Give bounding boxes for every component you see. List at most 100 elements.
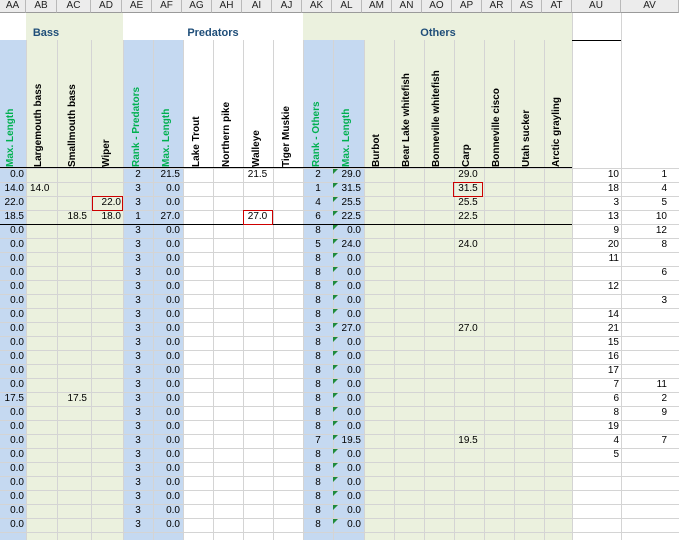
cell-largemouth[interactable] [30, 476, 60, 490]
column-header-aj[interactable]: AJ [272, 0, 302, 13]
cell-rank-others[interactable]: 8 [311, 504, 325, 518]
cell-carp[interactable] [454, 294, 482, 308]
cell-carp[interactable] [454, 252, 482, 266]
cell-wiper[interactable] [91, 364, 121, 378]
cell-walleye[interactable] [243, 406, 272, 420]
cell-largemouth[interactable] [30, 294, 60, 308]
cell-au[interactable] [572, 490, 619, 504]
cell-au[interactable]: 7 [572, 378, 619, 392]
cell-au[interactable]: 21 [572, 322, 619, 336]
cell-aa[interactable]: 0.0 [0, 350, 24, 364]
cell-carp[interactable] [454, 476, 482, 490]
cell-au[interactable]: 12 [572, 280, 619, 294]
cell-smallmouth[interactable] [57, 224, 87, 238]
cell-rank-predators[interactable]: 3 [131, 252, 145, 266]
cell-aa[interactable]: 0.0 [0, 322, 24, 336]
cell-wiper[interactable] [91, 518, 121, 532]
cell-walleye[interactable] [243, 336, 272, 350]
cell-aa[interactable]: 22.0 [0, 196, 24, 210]
cell-av[interactable] [621, 462, 667, 476]
cell-largemouth[interactable] [30, 434, 60, 448]
cell-largemouth[interactable] [30, 490, 60, 504]
cell-af-max-length[interactable]: 0.0 [150, 490, 180, 504]
cell-au[interactable]: 6 [572, 392, 619, 406]
cell-carp[interactable] [454, 392, 482, 406]
cell-af-max-length[interactable]: 0.0 [150, 392, 180, 406]
cell-carp[interactable]: 19.5 [454, 434, 482, 448]
cell-carp[interactable] [454, 336, 482, 350]
cell-walleye[interactable] [243, 490, 272, 504]
cell-rank-others[interactable]: 8 [311, 224, 325, 238]
cell-av[interactable] [621, 280, 667, 294]
cell-rank-others[interactable]: 8 [311, 378, 325, 392]
cell-largemouth[interactable] [30, 224, 60, 238]
cell-af-max-length[interactable]: 0.0 [150, 308, 180, 322]
cell-rank-others[interactable]: 8 [311, 392, 325, 406]
cell-wiper[interactable] [91, 350, 121, 364]
cell-smallmouth[interactable]: 18.5 [57, 210, 87, 224]
cell-carp[interactable] [454, 504, 482, 518]
column-header-an[interactable]: AN [392, 0, 422, 13]
cell-walleye[interactable] [243, 294, 272, 308]
cell-wiper[interactable] [91, 504, 121, 518]
cell-walleye[interactable] [243, 504, 272, 518]
cell-wiper[interactable] [91, 420, 121, 434]
cell-largemouth[interactable] [30, 406, 60, 420]
cell-au[interactable]: 20 [572, 238, 619, 252]
cell-aa[interactable]: 0.0 [0, 518, 24, 532]
cell-av[interactable] [621, 364, 667, 378]
cell-au[interactable]: 13 [572, 210, 619, 224]
cell-au[interactable]: 3 [572, 196, 619, 210]
cell-aa[interactable]: 0.0 [0, 224, 24, 238]
cell-rank-predators[interactable]: 3 [131, 406, 145, 420]
cell-rank-predators[interactable]: 3 [131, 462, 145, 476]
cell-rank-predators[interactable]: 3 [131, 224, 145, 238]
cell-aa[interactable]: 0.0 [0, 294, 24, 308]
cell-smallmouth[interactable]: 17.5 [57, 392, 87, 406]
cell-walleye[interactable] [243, 518, 272, 532]
cell-af-max-length[interactable]: 0.0 [150, 182, 180, 196]
cell-smallmouth[interactable] [57, 434, 87, 448]
cell-rank-predators[interactable]: 3 [131, 336, 145, 350]
cell-smallmouth[interactable] [57, 406, 87, 420]
cell-rank-predators[interactable]: 3 [131, 378, 145, 392]
cell-smallmouth[interactable] [57, 462, 87, 476]
cell-au[interactable]: 18 [572, 182, 619, 196]
cell-av[interactable]: 8 [621, 238, 667, 252]
cell-aa[interactable]: 0.0 [0, 504, 24, 518]
cell-wiper[interactable] [91, 252, 121, 266]
cell-wiper[interactable] [91, 238, 121, 252]
cell-largemouth[interactable] [30, 252, 60, 266]
cell-carp[interactable] [454, 266, 482, 280]
cell-rank-predators[interactable]: 3 [131, 322, 145, 336]
cell-av[interactable]: 2 [621, 392, 667, 406]
cell-aa[interactable]: 0.0 [0, 364, 24, 378]
cell-av[interactable]: 1 [621, 168, 667, 182]
column-header-av[interactable]: AV [621, 0, 679, 13]
cell-rank-predators[interactable]: 3 [131, 476, 145, 490]
cell-av[interactable]: 5 [621, 196, 667, 210]
cell-largemouth[interactable] [30, 392, 60, 406]
cell-aa[interactable]: 14.0 [0, 182, 24, 196]
cell-af-max-length[interactable]: 0.0 [150, 350, 180, 364]
cell-av[interactable] [621, 322, 667, 336]
cell-au[interactable] [572, 476, 619, 490]
cell-rank-predators[interactable]: 3 [131, 448, 145, 462]
cell-rank-others[interactable]: 2 [311, 168, 325, 182]
cell-aa[interactable]: 0.0 [0, 462, 24, 476]
cell-rank-predators[interactable]: 3 [131, 490, 145, 504]
cell-au[interactable]: 16 [572, 350, 619, 364]
cell-af-max-length[interactable]: 0.0 [150, 462, 180, 476]
cell-af-max-length[interactable]: 27.0 [150, 210, 180, 224]
cell-au[interactable]: 15 [572, 336, 619, 350]
cell-av[interactable] [621, 448, 667, 462]
cell-av[interactable] [621, 252, 667, 266]
cell-aa[interactable]: 0.0 [0, 490, 24, 504]
cell-walleye[interactable] [243, 434, 272, 448]
column-header-ag[interactable]: AG [182, 0, 212, 13]
cell-smallmouth[interactable] [57, 504, 87, 518]
cell-smallmouth[interactable] [57, 350, 87, 364]
cell-au[interactable] [572, 504, 619, 518]
cell-wiper[interactable] [91, 406, 121, 420]
cell-wiper[interactable] [91, 182, 121, 196]
